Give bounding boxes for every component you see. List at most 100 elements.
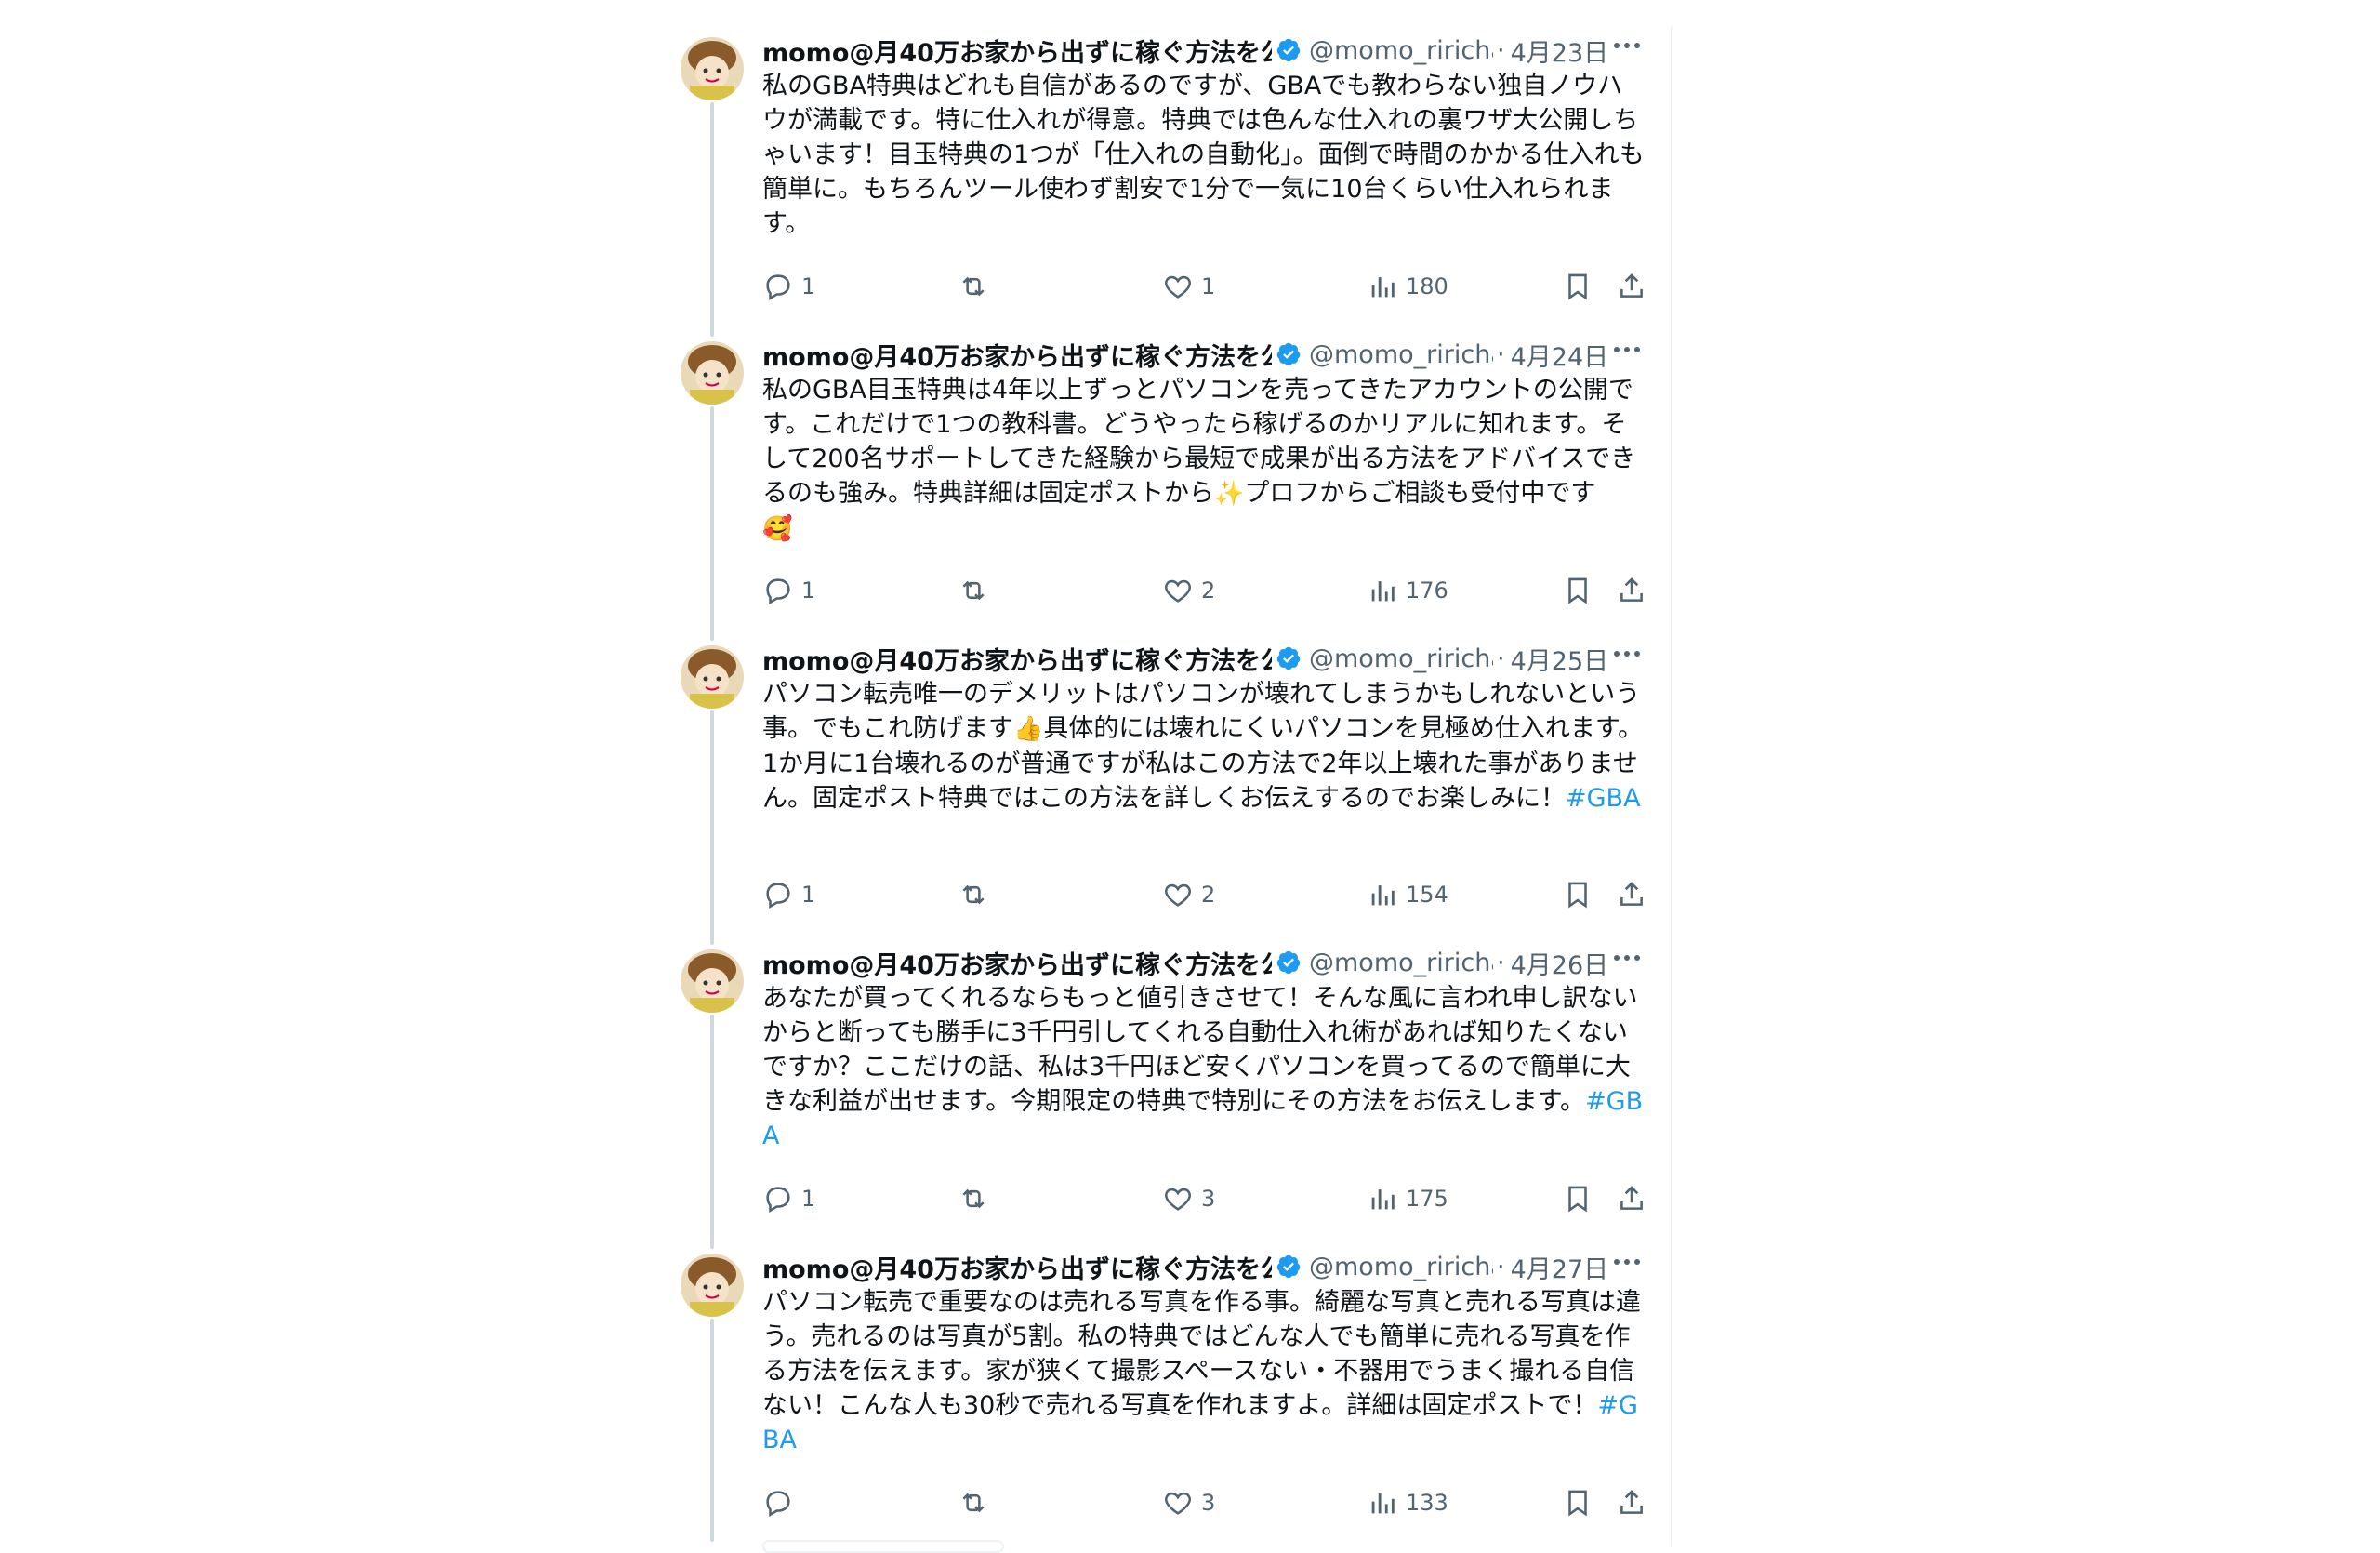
timestamp[interactable]: 4月27日 xyxy=(1511,1249,1609,1285)
share-button[interactable] xyxy=(1616,1180,1647,1217)
more-options-icon[interactable] xyxy=(1610,944,1644,972)
tweet[interactable]: momo@月40万お家から出ずに稼ぐ方法を公開 @momo_ririchan ·… xyxy=(653,634,1672,945)
display-name[interactable]: momo@月40万お家から出ずに稼ぐ方法を公開 xyxy=(762,337,1272,373)
display-name[interactable]: momo@月40万お家から出ずに稼ぐ方法を公開 xyxy=(762,945,1272,981)
tweet[interactable]: momo@月40万お家から出ずに稼ぐ方法を公開 @momo_ririchan ·… xyxy=(653,938,1672,1249)
avatar[interactable] xyxy=(681,37,744,100)
tweet[interactable]: momo@月40万お家から出ずに稼ぐ方法を公開 @momo_ririchan ·… xyxy=(653,26,1672,337)
tweet-text: あなたが買ってくれるならもっと値引きさせて！そんな風に言われ申し訳ないからと断っ… xyxy=(762,981,1646,1153)
next-item-edge xyxy=(762,1540,1004,1553)
share-icon xyxy=(1620,882,1643,906)
views-chart-icon xyxy=(1371,1493,1395,1514)
retweet-button[interactable] xyxy=(958,572,997,609)
retweet-button[interactable] xyxy=(958,876,997,913)
like-count: 2 xyxy=(1201,882,1216,908)
like-count: 1 xyxy=(1201,273,1216,299)
tweet-text-content: 私のGBA特典はどれも自信があるのですが、GBAでも教わらない独自ノウハウが満載… xyxy=(762,72,1645,238)
bookmark-icon xyxy=(1568,273,1587,300)
action-bar: 1 1 180 xyxy=(762,268,1655,305)
like-button[interactable]: 2 xyxy=(1162,572,1215,609)
like-button[interactable]: 3 xyxy=(1162,1484,1215,1521)
tweet[interactable]: momo@月40万お家から出ずに稼ぐ方法を公開 @momo_ririchan ·… xyxy=(653,330,1672,641)
verified-badge-icon xyxy=(1276,646,1301,670)
tweet-text-part: パソコン転売で重要なのは売れる写真を作る事。綺麗な写真と売れる写真は違う。売れる… xyxy=(762,1288,1641,1420)
retweet-icon xyxy=(962,1188,985,1209)
display-name[interactable]: momo@月40万お家から出ずに稼ぐ方法を公開 xyxy=(762,1249,1272,1285)
handle[interactable]: @momo_ririchan xyxy=(1309,949,1493,977)
reply-button[interactable]: 1 xyxy=(762,572,815,609)
retweet-button[interactable] xyxy=(958,1484,997,1521)
like-button[interactable]: 1 xyxy=(1162,268,1215,305)
reply-icon xyxy=(766,883,790,909)
bookmark-icon xyxy=(1568,577,1587,604)
tweet[interactable]: momo@月40万お家から出ずに稼ぐ方法を公開 @momo_ririchan ·… xyxy=(653,1242,1672,1546)
bookmark-button[interactable] xyxy=(1562,1484,1593,1521)
tweet-text: パソコン転売唯一のデメリットはパソコンが壊れてしまうかもしれないという事。でもこ… xyxy=(762,677,1646,816)
views-button[interactable]: 176 xyxy=(1367,572,1448,609)
share-icon xyxy=(1620,273,1643,298)
retweet-icon xyxy=(962,884,985,905)
handle[interactable]: @momo_ririchan xyxy=(1309,1253,1493,1281)
more-options-icon[interactable] xyxy=(1610,32,1644,60)
share-button[interactable] xyxy=(1616,876,1647,913)
hashtag-link[interactable]: #GBA xyxy=(1566,784,1641,813)
bookmark-button[interactable] xyxy=(1562,268,1593,305)
avatar[interactable] xyxy=(681,645,744,709)
separator: · xyxy=(1497,948,1505,977)
bookmark-icon xyxy=(1568,882,1587,909)
reply-icon xyxy=(766,1491,790,1518)
views-button[interactable]: 133 xyxy=(1367,1484,1448,1521)
views-button[interactable]: 180 xyxy=(1367,268,1448,305)
view-count: 176 xyxy=(1406,577,1448,604)
bookmark-button[interactable] xyxy=(1562,572,1593,609)
timestamp[interactable]: 4月23日 xyxy=(1511,33,1609,69)
action-bar: 1 2 154 xyxy=(762,876,1655,913)
avatar[interactable] xyxy=(681,949,744,1013)
like-button[interactable]: 3 xyxy=(1162,1180,1215,1217)
thread-line xyxy=(710,710,714,945)
retweet-button[interactable] xyxy=(958,268,997,305)
retweet-button[interactable] xyxy=(958,1180,997,1217)
tweet-text: 私のGBA目玉特典は4年以上ずっとパソコンを売ってきたアカウントの公開です。これ… xyxy=(762,373,1646,547)
separator: · xyxy=(1497,35,1505,65)
verified-badge-icon xyxy=(1276,950,1301,975)
reply-button[interactable] xyxy=(762,1484,801,1521)
more-options-icon[interactable] xyxy=(1610,640,1644,668)
avatar[interactable] xyxy=(681,341,744,405)
handle[interactable]: @momo_ririchan xyxy=(1309,340,1493,369)
reply-button[interactable]: 1 xyxy=(762,268,815,305)
view-count: 175 xyxy=(1406,1186,1448,1212)
views-button[interactable]: 175 xyxy=(1367,1180,1448,1217)
handle[interactable]: @momo_ririchan xyxy=(1309,644,1493,673)
bookmark-button[interactable] xyxy=(1562,1180,1593,1217)
view-count: 154 xyxy=(1406,882,1448,908)
share-button[interactable] xyxy=(1616,1484,1647,1521)
timestamp[interactable]: 4月26日 xyxy=(1511,945,1609,981)
heart-icon xyxy=(1165,1188,1191,1211)
share-icon xyxy=(1620,1490,1643,1514)
display-name[interactable]: momo@月40万お家から出ずに稼ぐ方法を公開 xyxy=(762,33,1272,69)
retweet-icon xyxy=(962,580,985,601)
views-chart-icon xyxy=(1371,1189,1395,1210)
share-button[interactable] xyxy=(1616,268,1647,305)
views-button[interactable]: 154 xyxy=(1367,876,1448,913)
reply-count: 1 xyxy=(801,882,816,908)
more-options-icon[interactable] xyxy=(1610,1248,1644,1276)
bookmark-button[interactable] xyxy=(1562,876,1593,913)
verified-badge-icon xyxy=(1276,38,1301,62)
reply-count: 1 xyxy=(801,577,816,604)
reply-button[interactable]: 1 xyxy=(762,876,815,913)
timestamp[interactable]: 4月25日 xyxy=(1511,641,1609,677)
avatar[interactable] xyxy=(681,1254,744,1317)
thread-line xyxy=(710,102,714,337)
heart-icon xyxy=(1165,1492,1191,1515)
share-button[interactable] xyxy=(1616,572,1647,609)
like-count: 2 xyxy=(1201,577,1216,604)
reply-button[interactable]: 1 xyxy=(762,1180,815,1217)
handle[interactable]: @momo_ririchan xyxy=(1309,36,1493,65)
sparkles-emoji: ✨ xyxy=(1214,480,1245,508)
display-name[interactable]: momo@月40万お家から出ずに稼ぐ方法を公開 xyxy=(762,641,1272,677)
timestamp[interactable]: 4月24日 xyxy=(1511,337,1609,373)
more-options-icon[interactable] xyxy=(1610,336,1644,364)
like-button[interactable]: 2 xyxy=(1162,876,1215,913)
